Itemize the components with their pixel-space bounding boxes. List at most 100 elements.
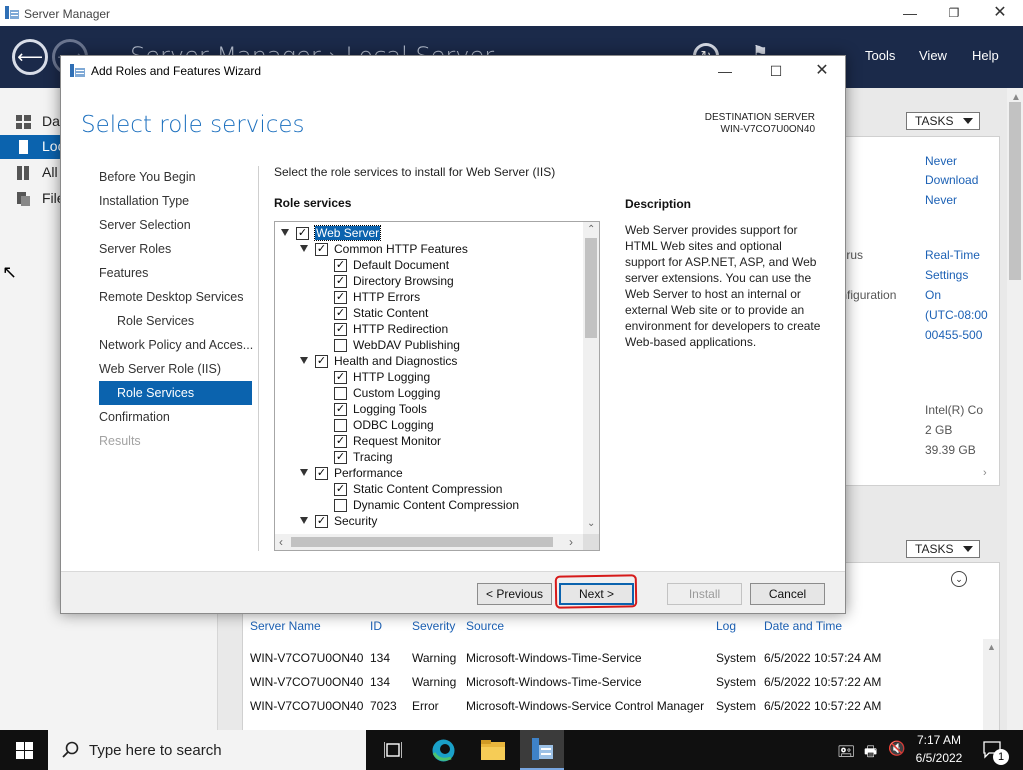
expand-collapse-icon[interactable] (300, 517, 308, 524)
scroll-down-icon[interactable]: ⌄ (587, 518, 595, 529)
menu-help[interactable]: Help (972, 48, 999, 63)
table-row[interactable]: WIN-V7CO7U0ON40 7023 Error Microsoft-Win… (243, 699, 983, 717)
tree-row[interactable]: Dynamic Content Compression (275, 498, 581, 514)
checkbox[interactable] (334, 499, 347, 512)
checkbox[interactable]: ✓ (315, 243, 328, 256)
property-link[interactable]: Never (925, 193, 957, 207)
checkbox[interactable] (334, 419, 347, 432)
tree-horizontal-scrollbar[interactable]: ‹ › (275, 534, 583, 550)
wizard-step[interactable]: Web Server Role (IIS) (99, 362, 221, 376)
close-icon[interactable]: ✕ (986, 4, 1014, 22)
scroll-thumb[interactable] (1009, 102, 1021, 280)
column-header[interactable]: Source (466, 619, 504, 633)
collapse-icon[interactable]: ⌄ (951, 571, 967, 587)
tree-row[interactable]: WebDAV Publishing (275, 338, 581, 354)
checkbox[interactable]: ✓ (334, 483, 347, 496)
scroll-thumb[interactable] (291, 537, 553, 547)
taskbar-server-manager[interactable] (520, 730, 564, 770)
tree-row[interactable]: ✓ Health and Diagnostics (275, 354, 581, 370)
checkbox[interactable]: ✓ (315, 467, 328, 480)
tasks-dropdown-events[interactable]: TASKS (906, 540, 980, 558)
scroll-right-icon[interactable]: › (569, 535, 573, 549)
table-row[interactable]: WIN-V7CO7U0ON40 134 Warning Microsoft-Wi… (243, 675, 983, 693)
checkbox[interactable]: ✓ (334, 371, 347, 384)
tree-vertical-scrollbar[interactable]: ⌃ ⌄ (583, 222, 599, 534)
property-link[interactable]: Real-Time (925, 248, 980, 262)
task-view-icon[interactable] (384, 741, 402, 759)
table-row[interactable]: WIN-V7CO7U0ON40 134 Warning Microsoft-Wi… (243, 651, 983, 669)
network-icon[interactable]: 🖭 (838, 741, 854, 765)
file-explorer-icon[interactable] (481, 740, 505, 760)
column-header[interactable]: ID (370, 619, 382, 633)
monitor-icon[interactable]: 🖶 (864, 741, 877, 765)
taskbar-time[interactable]: 7:17 AM (916, 733, 962, 747)
expand-collapse-icon[interactable] (300, 245, 308, 252)
role-services-tree[interactable]: ✓ Web Server ✓ Common HTTP Features ✓ Default… (274, 221, 600, 551)
expand-collapse-icon[interactable] (281, 229, 289, 236)
property-link[interactable]: On (925, 288, 941, 302)
tree-row[interactable]: ✓ HTTP Redirection (275, 322, 581, 338)
tree-row[interactable]: ✓ Logging Tools (275, 402, 581, 418)
tree-row[interactable]: ✓ HTTP Errors (275, 290, 581, 306)
tree-row[interactable]: ✓ Security (275, 514, 581, 530)
scroll-up-icon[interactable]: ▲ (987, 642, 996, 652)
close-icon[interactable]: ✕ (808, 62, 836, 80)
checkbox[interactable]: ✓ (334, 259, 347, 272)
tree-row[interactable]: ✓ Common HTTP Features (275, 242, 581, 258)
edge-icon[interactable] (431, 738, 456, 763)
menu-view[interactable]: View (919, 48, 947, 63)
volume-muted-icon[interactable]: 🔇 (888, 740, 905, 757)
tree-row[interactable]: Custom Logging (275, 386, 581, 402)
tree-row[interactable]: ✓ Static Content (275, 306, 581, 322)
wizard-step[interactable]: Role Services (99, 381, 252, 405)
expand-collapse-icon[interactable] (300, 357, 308, 364)
minimize-icon[interactable]: — (711, 62, 739, 80)
previous-button[interactable]: < Previous (477, 583, 552, 605)
events-scrollbar[interactable]: ▲ (983, 639, 999, 731)
checkbox[interactable]: ✓ (315, 355, 328, 368)
wizard-step[interactable]: Role Services (117, 314, 194, 328)
tree-row[interactable]: ✓ Web Server (275, 225, 581, 242)
tree-row[interactable]: ✓ Request Monitor (275, 434, 581, 450)
column-header[interactable]: Server Name (250, 619, 321, 633)
checkbox[interactable]: ✓ (334, 275, 347, 288)
checkbox[interactable] (334, 339, 347, 352)
scroll-thumb[interactable] (585, 238, 597, 338)
property-link[interactable]: (UTC-08:00 (925, 308, 988, 322)
column-header[interactable]: Severity (412, 619, 455, 633)
tasks-dropdown-properties[interactable]: TASKS (906, 112, 980, 130)
expand-collapse-icon[interactable] (300, 469, 308, 476)
checkbox[interactable]: ✓ (334, 307, 347, 320)
minimize-icon[interactable]: — (896, 4, 924, 22)
checkbox[interactable] (334, 387, 347, 400)
cancel-button[interactable]: Cancel (750, 583, 825, 605)
scroll-right-icon[interactable]: › (983, 467, 987, 479)
checkbox[interactable]: ✓ (334, 291, 347, 304)
back-icon[interactable]: ⟵ (12, 39, 48, 75)
tree-row[interactable]: ✓ Tracing (275, 450, 581, 466)
wizard-step[interactable]: Installation Type (99, 194, 189, 208)
column-header[interactable]: Log (716, 619, 736, 633)
tree-row[interactable]: ✓ Static Content Compression (275, 482, 581, 498)
wizard-step[interactable]: Server Selection (99, 218, 191, 232)
checkbox[interactable]: ✓ (334, 451, 347, 464)
tree-row[interactable]: ✓ HTTP Logging (275, 370, 581, 386)
property-link[interactable]: 00455-500 (925, 328, 982, 342)
tree-row[interactable]: ✓ Performance (275, 466, 581, 482)
wizard-step[interactable]: Features (99, 266, 148, 280)
checkbox[interactable]: ✓ (334, 323, 347, 336)
windows-start-icon[interactable] (16, 742, 33, 759)
property-link[interactable]: Download (925, 173, 978, 187)
main-scrollbar[interactable]: ▲ (1007, 88, 1023, 730)
taskbar-search[interactable]: Type here to search (48, 730, 366, 770)
checkbox[interactable]: ✓ (334, 403, 347, 416)
property-link[interactable]: Settings (925, 268, 968, 282)
install-button[interactable]: Install (667, 583, 742, 605)
scroll-up-icon[interactable]: ⌃ (587, 224, 595, 235)
property-link[interactable]: Never (925, 154, 957, 168)
tree-row[interactable]: ODBC Logging (275, 418, 581, 434)
maximize-icon[interactable]: ☐ (762, 62, 790, 80)
tree-row[interactable]: ✓ Default Document (275, 258, 581, 274)
restore-icon[interactable]: ❐ (940, 4, 968, 22)
tree-row[interactable]: ✓ Directory Browsing (275, 274, 581, 290)
